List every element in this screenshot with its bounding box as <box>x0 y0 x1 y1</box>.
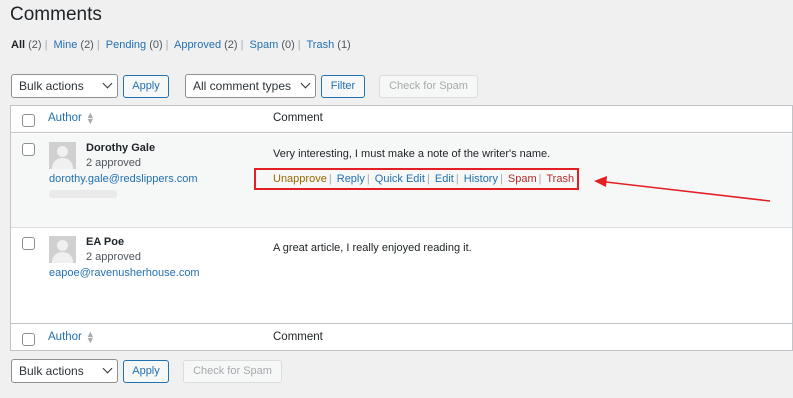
comment-column-header: Comment <box>273 331 323 343</box>
author-email[interactable]: dorothy.gale@redslippers.com <box>49 173 198 185</box>
table-row: Dorothy Gale 2 approved dorothy.gale@red… <box>11 134 792 228</box>
author-column-header[interactable]: Author ▲ ▼ <box>48 110 95 126</box>
reply-link[interactable]: Reply <box>337 173 365 185</box>
comment-type-value: All comment types <box>193 79 292 93</box>
author-name: Dorothy Gale <box>86 142 156 154</box>
avatar <box>49 142 76 169</box>
table-row: EA Poe 2 approved eapoe@ravenusherhouse.… <box>11 228 792 324</box>
avatar <box>49 236 76 263</box>
filter-all[interactable]: All (2) <box>11 39 42 51</box>
row-actions: Unapprove | Reply | Quick Edit | Edit | Hist… <box>254 168 579 190</box>
filter-spam[interactable]: Spam (0) <box>250 39 295 51</box>
chevron-down-icon <box>102 363 113 374</box>
filter-button[interactable]: Filter <box>321 75 365 98</box>
author-ip <box>49 190 117 198</box>
select-all-checkbox[interactable] <box>22 114 35 127</box>
comment-type-select[interactable]: All comment types <box>185 74 316 98</box>
filter-approved[interactable]: Approved (2) <box>174 39 238 51</box>
filter-pending[interactable]: Pending (0) <box>106 39 163 51</box>
check-for-spam-button: Check for Spam <box>379 75 478 98</box>
trash-link[interactable]: Trash <box>546 173 574 185</box>
check-for-spam-button-bottom: Check for Spam <box>183 360 282 383</box>
select-all-checkbox[interactable] <box>22 333 35 346</box>
quick-edit-link[interactable]: Quick Edit <box>375 173 425 185</box>
comment-column-header: Comment <box>273 112 323 124</box>
author-name: EA Poe <box>86 236 125 248</box>
comment-text: A great article, I really enjoyed readin… <box>273 242 472 254</box>
comment-text: Very interesting, I must make a note of … <box>273 148 551 160</box>
row-checkbox[interactable] <box>22 143 35 156</box>
unapprove-link[interactable]: Unapprove <box>273 173 327 185</box>
table-header: Author ▲ ▼ Comment <box>11 106 792 133</box>
author-column-header[interactable]: Author ▲ ▼ <box>48 329 95 345</box>
history-link[interactable]: History <box>464 173 498 185</box>
chevron-down-icon <box>102 78 113 89</box>
edit-link[interactable]: Edit <box>435 173 454 185</box>
row-checkbox[interactable] <box>22 237 35 250</box>
table-footer: Author ▲ ▼ Comment <box>11 323 792 350</box>
bulk-actions-value: Bulk actions <box>19 79 84 93</box>
apply-button-bottom[interactable]: Apply <box>123 360 169 383</box>
filter-trash[interactable]: Trash (1) <box>307 39 351 51</box>
chevron-down-icon <box>300 78 311 89</box>
author-approved-count[interactable]: 2 approved <box>86 157 141 169</box>
sort-icon: ▲ ▼ <box>85 329 95 345</box>
comments-table: Author ▲ ▼ Comment Dorothy Gale 2 approved… <box>10 105 793 351</box>
author-email[interactable]: eapoe@ravenusherhouse.com <box>49 267 200 279</box>
bulk-actions-select-bottom[interactable]: Bulk actions <box>11 359 118 383</box>
comment-status-filters: All (2) | Mine (2) | Pending (0) | Approved… <box>11 39 351 51</box>
filter-mine[interactable]: Mine (2) <box>54 39 94 51</box>
bulk-actions-select[interactable]: Bulk actions <box>11 74 118 98</box>
apply-button[interactable]: Apply <box>123 75 169 98</box>
bulk-actions-value: Bulk actions <box>19 364 84 378</box>
author-approved-count[interactable]: 2 approved <box>86 251 141 263</box>
spam-link[interactable]: Spam <box>508 173 537 185</box>
sort-icon: ▲ ▼ <box>85 110 95 126</box>
page-title: Comments <box>10 4 102 25</box>
